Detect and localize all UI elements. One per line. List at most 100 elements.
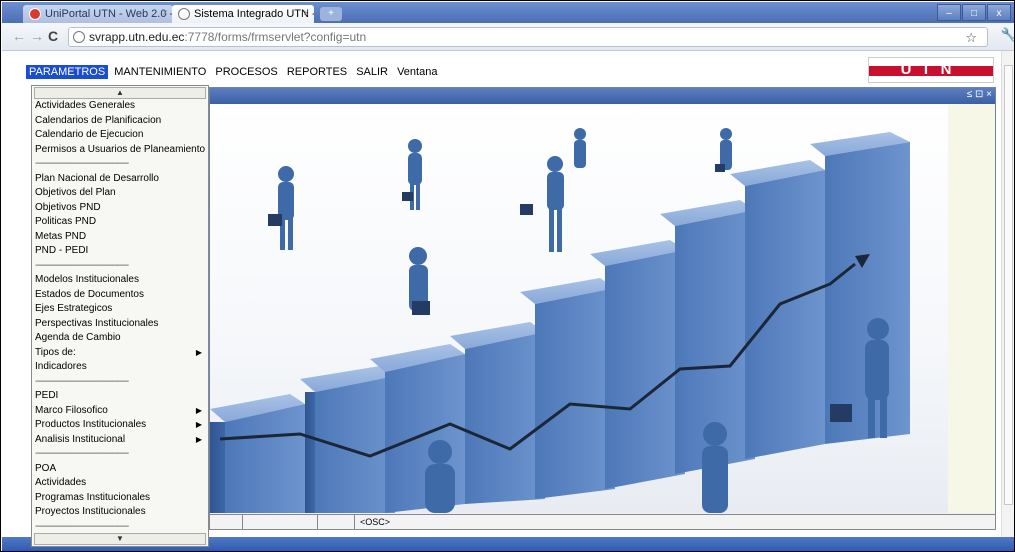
menu-reportes[interactable]: REPORTES bbox=[284, 65, 350, 79]
menu-item-label: Programas Institucionales bbox=[35, 491, 151, 503]
submenu-arrow-icon: ▶ bbox=[195, 420, 202, 429]
menu-mantenimiento[interactable]: MANTENIMIENTO bbox=[111, 65, 209, 79]
status-bar: <OSC> bbox=[209, 514, 996, 530]
menu-item-label: Actividades bbox=[35, 477, 87, 488]
tab-close-icon[interactable]: × bbox=[162, 5, 168, 23]
parametros-dropdown-menu: ▲ Actividades Generales Calendarios de Pl… bbox=[31, 85, 209, 547]
menu-procesos[interactable]: PROCESOS bbox=[212, 65, 280, 79]
app-menubar: PARAMETROS MANTENIMIENTO PROCESOS REPORT… bbox=[26, 65, 440, 83]
menu-item-label: Analisis Institucional bbox=[35, 433, 126, 445]
submenu-arrow-icon: ▶ bbox=[195, 434, 202, 444]
menu-item[interactable]: Tipos de: ▶ bbox=[32, 346, 208, 361]
menu-item[interactable]: Estados de Documentos bbox=[32, 288, 208, 303]
submenu-arrow-icon: ▶ bbox=[195, 347, 202, 357]
tab-title: Sistema Integrado UTN - W bbox=[194, 8, 314, 20]
menu-item-label: Calendario de Ejecucion bbox=[35, 129, 144, 140]
menu-scroll-up-icon[interactable]: ▲ bbox=[34, 87, 206, 99]
close-window-button[interactable]: x bbox=[987, 4, 1011, 21]
menu-item-label: Tipos de: bbox=[35, 346, 76, 358]
menu-item-label: POA bbox=[35, 462, 57, 474]
menu-item-label: Estados de Documentos bbox=[35, 288, 144, 300]
menu-item-label: PEDI bbox=[35, 390, 59, 401]
menu-item[interactable]: PND - PEDI bbox=[32, 244, 208, 259]
tab-sistema-integrado[interactable]: Sistema Integrado UTN - W × bbox=[172, 5, 314, 23]
menu-item[interactable]: Actividades bbox=[32, 476, 208, 491]
status-segment bbox=[243, 515, 318, 529]
menu-item-label: Productos Institucionales bbox=[35, 419, 147, 430]
menu-item[interactable]: PEDI bbox=[32, 389, 208, 404]
menu-item[interactable]: Analisis Institucional ▶ bbox=[32, 433, 208, 448]
forward-arrow-icon[interactable]: → bbox=[30, 28, 44, 44]
menu-item[interactable]: Permisos a Usuarios de Planeamiento bbox=[32, 143, 208, 158]
menu-item[interactable]: Actividades Generales bbox=[32, 99, 208, 114]
menu-item-label: Plan Nacional de Desarrollo bbox=[35, 172, 159, 184]
reload-icon[interactable]: C bbox=[48, 28, 58, 44]
menu-item[interactable]: Agenda de Cambio bbox=[32, 331, 208, 346]
menu-item-label: Perspectivas Institucionales bbox=[35, 317, 159, 329]
menu-item[interactable]: Marco Filosofico ▶ bbox=[32, 404, 208, 419]
menu-item[interactable]: Indicadores bbox=[32, 360, 208, 375]
menu-item[interactable]: Programas Institucionales bbox=[32, 491, 208, 506]
menu-item[interactable]: Objetivos del Plan bbox=[32, 186, 208, 201]
form-window-controls[interactable]: ≤ ⊡ × bbox=[967, 89, 992, 100]
menu-item-label: Permisos a Usuarios de Planeamiento bbox=[35, 143, 206, 155]
menu-item-label: Modelos Institucionales bbox=[35, 274, 139, 285]
menu-salir[interactable]: SALIR bbox=[353, 65, 391, 79]
menu-separator: ---------------------------------------- bbox=[35, 375, 129, 387]
tab-close-icon[interactable]: × bbox=[303, 5, 309, 23]
menu-parametros[interactable]: PARAMETROS bbox=[26, 65, 109, 79]
menu-item[interactable]: Ejes Estrategicos bbox=[32, 302, 208, 317]
menu-item[interactable]: Politicas PND bbox=[32, 215, 208, 230]
wrench-icon[interactable]: 🔧 bbox=[1001, 27, 1014, 43]
url-path: :7778/forms/frmservlet?config=utn bbox=[184, 30, 367, 44]
logo-text: UTN bbox=[900, 61, 962, 78]
status-osc: <OSC> bbox=[360, 517, 391, 527]
business-growth-illustration bbox=[210, 128, 910, 513]
menu-item-label: PND - PEDI bbox=[35, 245, 89, 256]
bookmark-star-icon[interactable]: ☆ bbox=[965, 29, 977, 47]
form-titlebar: ≤ ⊡ × bbox=[210, 88, 995, 104]
menu-item[interactable]: POA bbox=[32, 462, 208, 477]
tab-strip: UniPortal UTN - Web 2.0 - I × Sistema In… bbox=[2, 2, 1014, 23]
menu-item-label: Calendarios de Planificacion bbox=[35, 114, 162, 126]
menu-item[interactable]: Proyectos Institucionales bbox=[32, 505, 208, 520]
tab-uniportal[interactable]: UniPortal UTN - Web 2.0 - I × bbox=[23, 5, 173, 23]
menu-separator: ---------------------------------------- bbox=[35, 448, 129, 459]
menu-separator: ---------------------------------------- bbox=[35, 158, 129, 169]
globe-favicon-icon bbox=[178, 8, 190, 20]
menu-items: Actividades Generales Calendarios de Plan… bbox=[32, 99, 208, 534]
menu-item-label: Ejes Estrategicos bbox=[35, 303, 113, 314]
menu-item[interactable]: Plan Nacional de Desarrollo bbox=[32, 172, 208, 187]
menu-item-label: Metas PND bbox=[35, 230, 87, 242]
submenu-arrow-icon: ▶ bbox=[195, 405, 202, 415]
menu-ventana[interactable]: Ventana bbox=[394, 65, 440, 79]
url-host: svrapp.utn.edu.ec bbox=[89, 30, 185, 44]
page-icon bbox=[73, 31, 85, 43]
menu-item-label: Objetivos PND bbox=[35, 201, 101, 213]
menu-item-label: Objetivos del Plan bbox=[35, 187, 116, 198]
menu-item[interactable]: Perspectivas Institucionales bbox=[32, 317, 208, 332]
menu-item-label: Politicas PND bbox=[35, 216, 97, 227]
menu-item[interactable]: Modelos Institucionales bbox=[32, 273, 208, 288]
menu-scroll-down-icon[interactable]: ▼ bbox=[34, 533, 206, 545]
browser-toolbar: ← → C svrapp.utn.edu.ec:7778/forms/frmse… bbox=[2, 23, 1014, 51]
menu-item[interactable]: Objetivos PND bbox=[32, 201, 208, 216]
new-tab-button[interactable]: + bbox=[320, 7, 342, 21]
menu-item[interactable]: Calendarios de Planificacion bbox=[32, 114, 208, 129]
utn-logo: UTN bbox=[868, 57, 994, 83]
back-arrow-icon[interactable]: ← bbox=[12, 28, 26, 44]
status-segment bbox=[318, 515, 355, 529]
scrollbar-thumb[interactable] bbox=[1004, 65, 1013, 505]
minimize-button[interactable]: – bbox=[937, 4, 961, 21]
browser-window: UniPortal UTN - Web 2.0 - I × Sistema In… bbox=[0, 0, 1015, 552]
menu-item-label: Indicadores bbox=[35, 361, 87, 372]
menu-item[interactable]: Calendario de Ejecucion bbox=[32, 128, 208, 143]
address-bar[interactable]: svrapp.utn.edu.ec:7778/forms/frmservlet?… bbox=[68, 27, 988, 47]
menu-item[interactable]: Productos Institucionales ▶ bbox=[32, 418, 208, 433]
menu-item-label: Agenda de Cambio bbox=[35, 332, 121, 343]
menu-item[interactable]: Metas PND bbox=[32, 230, 208, 245]
maximize-button[interactable]: □ bbox=[962, 4, 986, 21]
menu-item-label: Proyectos Institucionales bbox=[35, 506, 146, 517]
page-vertical-scrollbar[interactable] bbox=[1001, 51, 1014, 551]
tab-title: UniPortal UTN - Web 2.0 - I bbox=[45, 8, 173, 20]
